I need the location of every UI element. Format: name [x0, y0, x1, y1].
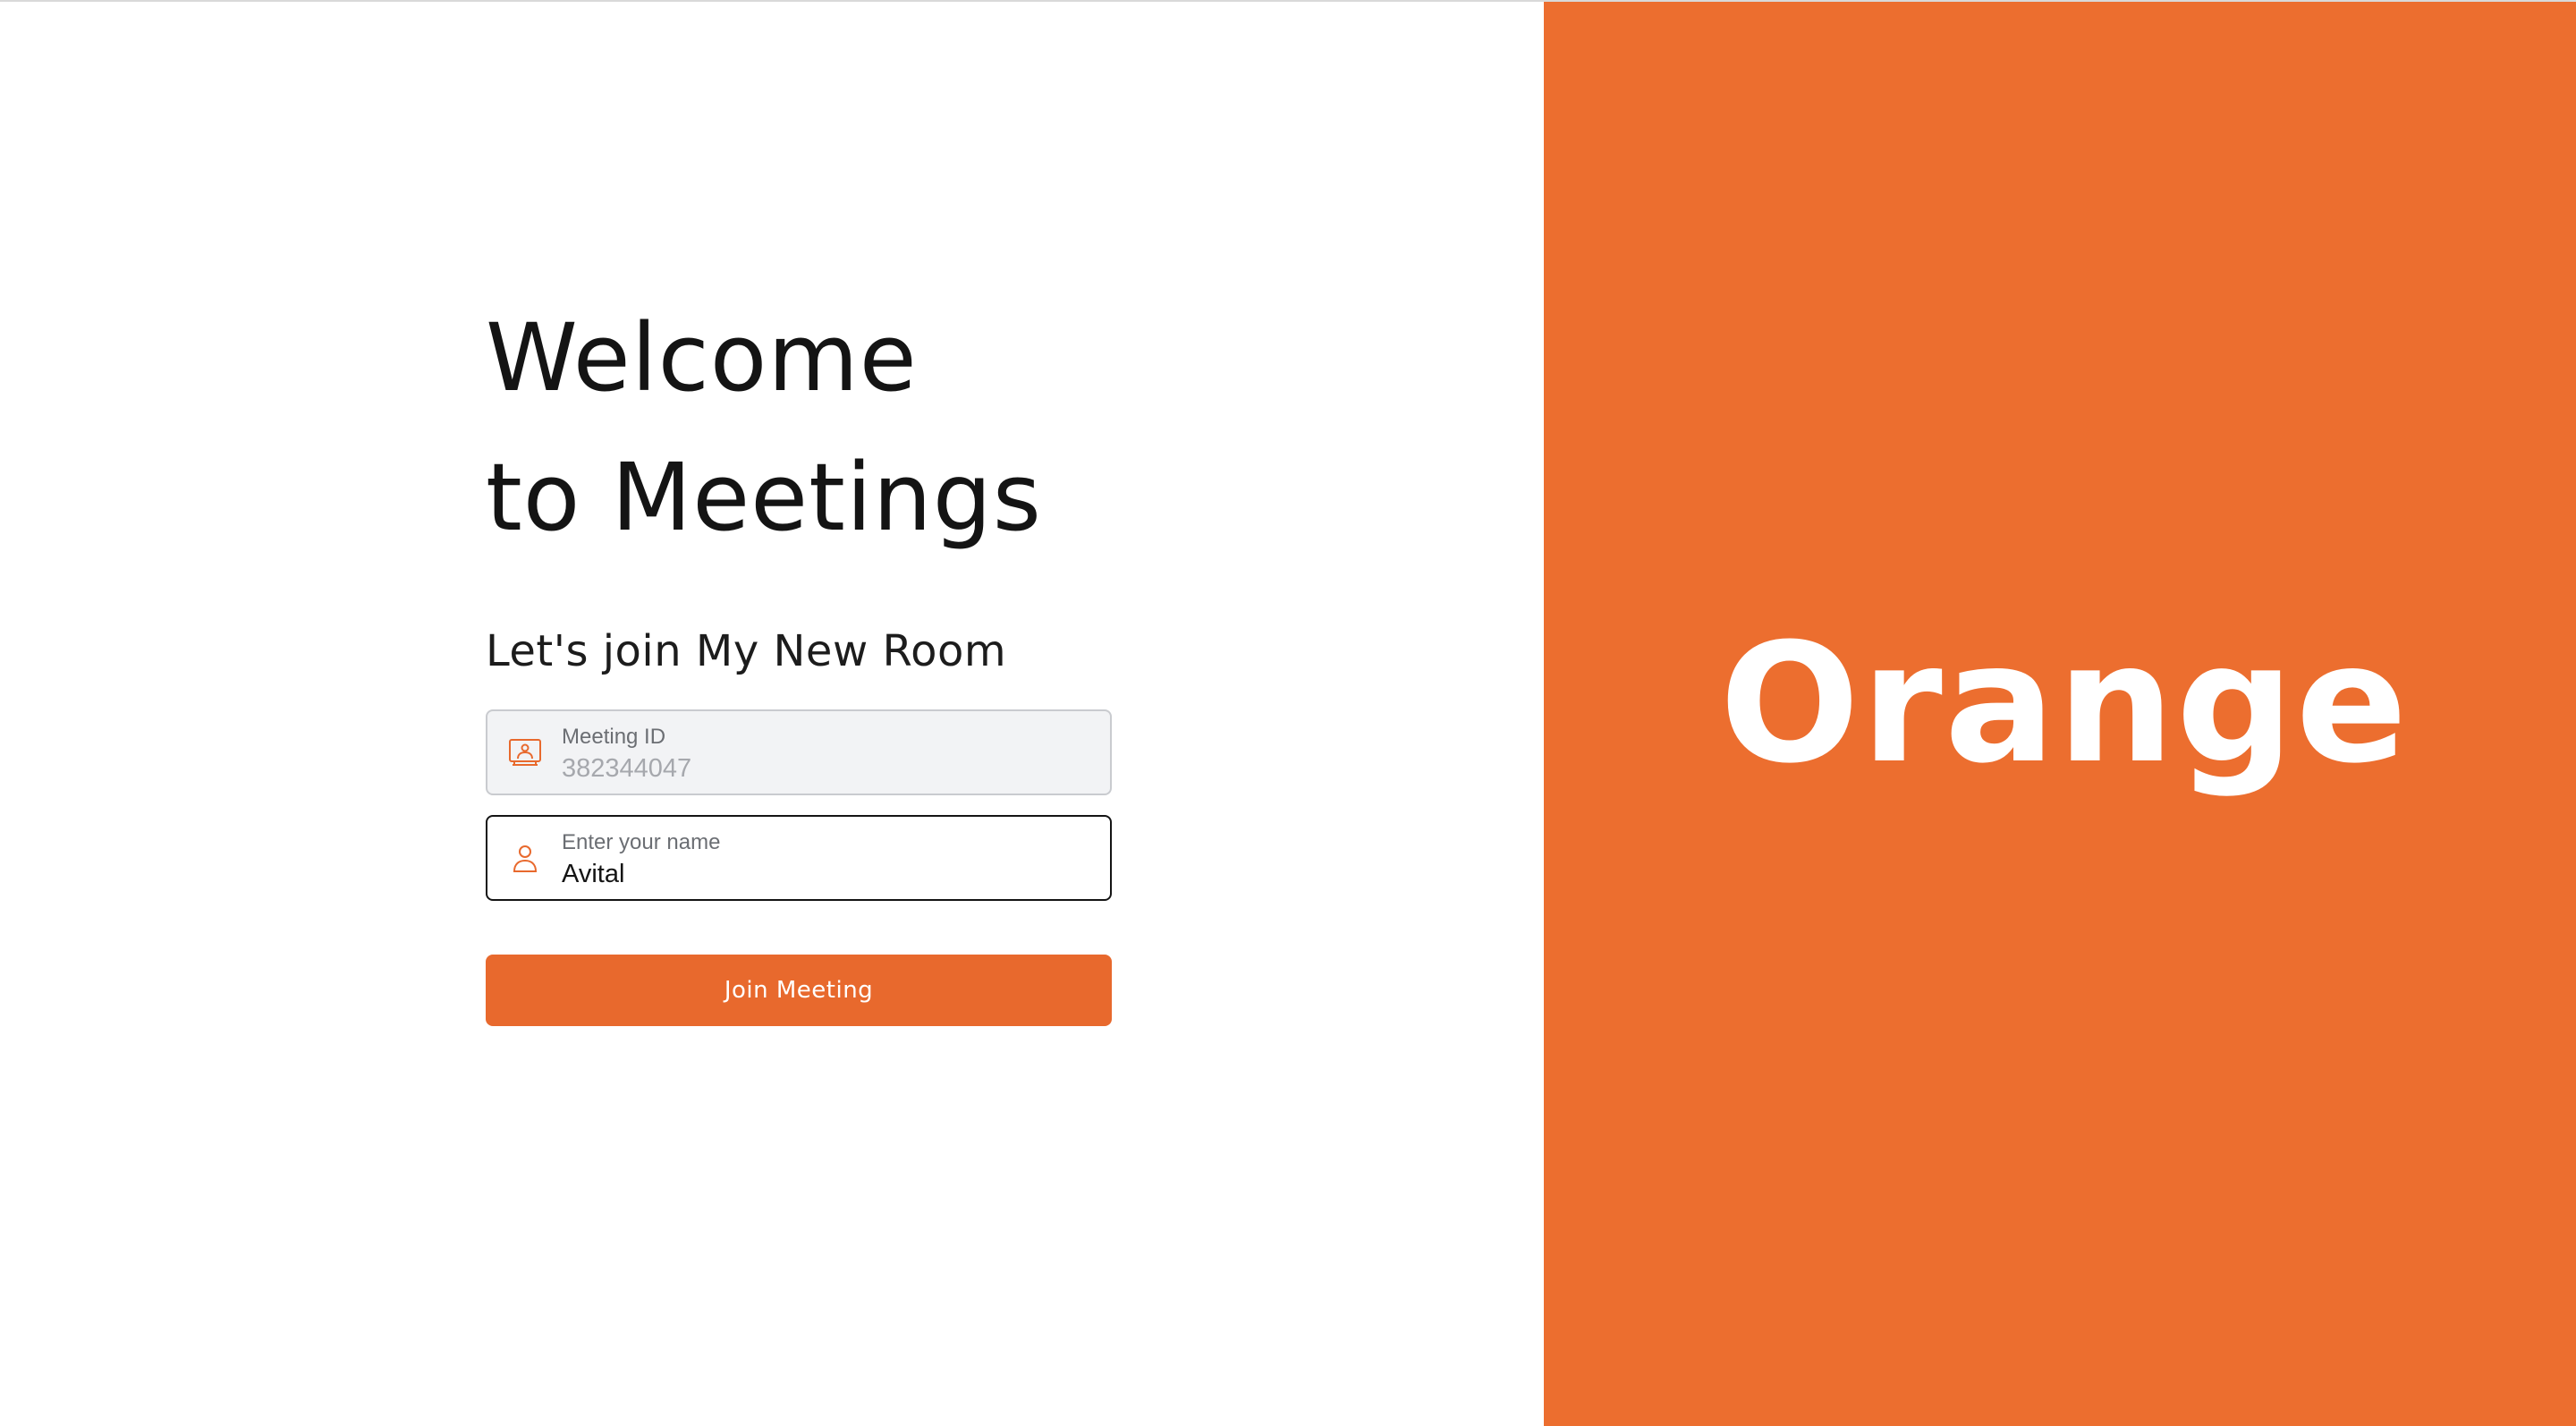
name-label: Enter your name [562, 830, 721, 854]
join-meeting-page: Welcome to Meetings Let's join My New Ro… [0, 0, 2576, 1426]
name-text: Enter your name [562, 829, 1092, 890]
room-subtitle: Let's join My New Room [486, 626, 1007, 676]
join-meeting-button[interactable]: Join Meeting [486, 955, 1112, 1026]
name-field[interactable]: Enter your name [486, 815, 1112, 901]
meeting-id-label: Meeting ID [562, 725, 666, 749]
join-form-panel: Welcome to Meetings Let's join My New Ro… [0, 2, 1544, 1426]
meeting-id-input [562, 752, 1092, 785]
meeting-id-field: Meeting ID [486, 709, 1112, 795]
meeting-id-text: Meeting ID [562, 724, 1092, 785]
page-title: Welcome to Meetings [486, 288, 1112, 567]
join-form: Welcome to Meetings Let's join My New Ro… [486, 288, 1112, 1026]
orange-logo: Orange [1719, 608, 2410, 800]
welcome-title-line-2: to Meetings [486, 443, 1042, 552]
welcome-title-line-1: Welcome [486, 303, 918, 412]
meeting-room-icon [507, 734, 543, 770]
person-icon [507, 840, 543, 876]
name-input[interactable] [562, 858, 1092, 890]
brand-panel: Orange [1544, 2, 2576, 1426]
